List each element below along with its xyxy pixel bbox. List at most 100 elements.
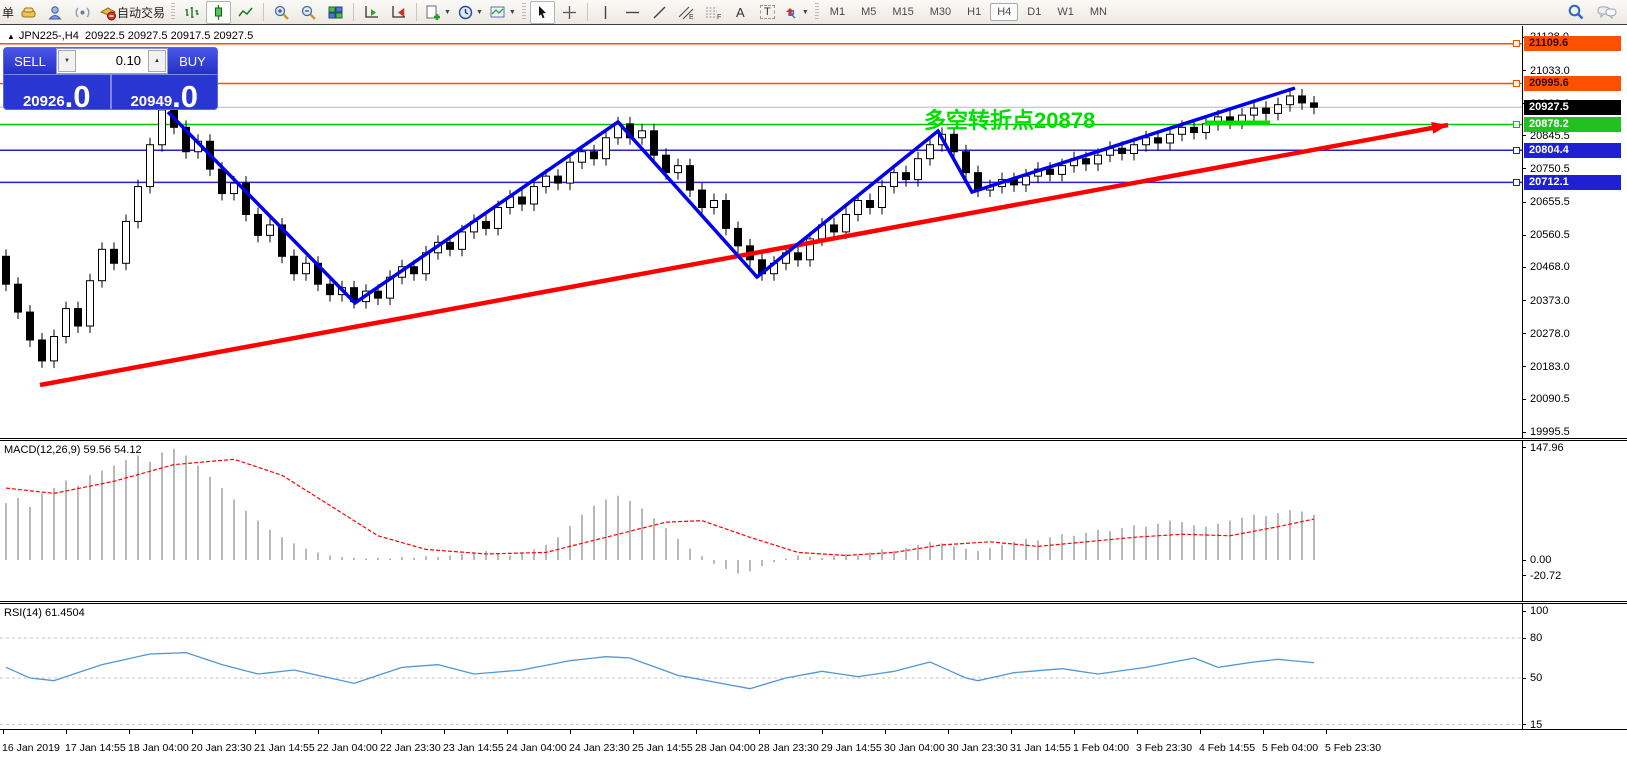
one-click-trading-panel: SELL ▼ 0.10 ▲ BUY 20926.0 20949.0 — [3, 47, 218, 110]
zoom-in-button[interactable] — [269, 1, 294, 24]
panel-separator[interactable] — [0, 438, 1627, 441]
price-badge: 20878.2 — [1524, 117, 1621, 132]
collapse-objects-icon[interactable]: ▲ — [7, 32, 15, 41]
volume-value[interactable]: 0.10 — [77, 49, 147, 73]
sell-price-main: 20926 — [23, 93, 65, 110]
arrows-button[interactable]: ▼ — [782, 1, 811, 24]
signal-icon — [74, 4, 91, 21]
zigzag-trend-object[interactable] — [168, 88, 1295, 303]
price-line-handle[interactable] — [1513, 179, 1520, 186]
time-axis-tick — [1326, 729, 1327, 734]
price-tick-label: 20090.5 — [1530, 392, 1570, 406]
timeframe-button-m5[interactable]: M5 — [854, 3, 883, 21]
line-chart-icon — [237, 4, 254, 21]
horizontal-line-button[interactable] — [620, 1, 645, 24]
sell-button[interactable]: SELL — [4, 48, 56, 74]
chart-shift-button[interactable] — [386, 1, 411, 24]
autotrading-button[interactable]: 自动交易 — [97, 1, 167, 24]
price-axis-tick — [1522, 333, 1526, 334]
trendline-object[interactable] — [40, 122, 1448, 385]
candlestick-chart-button[interactable] — [206, 1, 231, 24]
template-icon — [489, 4, 507, 21]
fibonacci-button[interactable]: F — [701, 1, 726, 24]
rsi-axis-tick — [1522, 724, 1526, 725]
time-axis-tick — [318, 729, 319, 734]
zoom-in-icon — [273, 4, 290, 21]
sell-price-decimal: .0 — [65, 84, 91, 110]
svg-text:E: E — [689, 14, 694, 21]
accounts-button[interactable] — [43, 1, 68, 24]
volume-control: ▼ 0.10 ▲ — [56, 48, 168, 74]
text-button[interactable]: A — [728, 1, 753, 24]
search-button[interactable] — [1563, 1, 1588, 24]
time-axis-label: 17 Jan 14:55 — [65, 742, 126, 754]
macd-histogram — [6, 449, 1314, 574]
price-line-handle[interactable] — [1513, 121, 1520, 128]
line-chart-button[interactable] — [233, 1, 258, 24]
time-axis-tick — [192, 729, 193, 734]
toolbar-separator — [587, 3, 588, 21]
new-chart-button[interactable]: ▼ — [422, 1, 453, 24]
volume-decrease-button[interactable]: ▼ — [58, 50, 76, 72]
cursor-icon — [534, 4, 551, 21]
period-clock-button[interactable]: ▼ — [455, 1, 485, 24]
signal-button[interactable] — [70, 1, 95, 24]
chart-annotation[interactable]: 多空转折点20878 — [924, 103, 1095, 135]
bar-chart-icon — [183, 4, 200, 21]
channel-button[interactable]: E — [674, 1, 699, 24]
bar-chart-button[interactable] — [179, 1, 204, 24]
price-axis-tick — [1522, 300, 1526, 301]
auto-scroll-icon — [363, 4, 380, 21]
tile-windows-button[interactable] — [323, 1, 348, 24]
timeframe-button-m30[interactable]: M30 — [923, 3, 958, 21]
macd-indicator-label: MACD(12,26,9) 59.56 54.12 — [4, 444, 142, 456]
price-badge: 20712.1 — [1524, 175, 1621, 190]
price-line-handle[interactable] — [1513, 40, 1520, 47]
crosshair-button[interactable] — [557, 1, 582, 24]
price-badge: 21109.6 — [1524, 36, 1621, 51]
timeframe-button-mn[interactable]: MN — [1083, 3, 1114, 21]
volume-increase-button[interactable]: ▲ — [148, 50, 166, 72]
cursor-button[interactable] — [530, 1, 555, 24]
new-order-icon — [20, 4, 37, 21]
accounts-icon — [47, 4, 64, 21]
price-line-handle[interactable] — [1513, 147, 1520, 154]
time-axis-tick — [948, 729, 949, 734]
panel-separator[interactable] — [0, 601, 1627, 604]
buy-button[interactable]: BUY — [168, 48, 217, 74]
zoom-out-button[interactable] — [296, 1, 321, 24]
timeframe-button-h1[interactable]: H1 — [960, 3, 988, 21]
time-axis-label: 31 Jan 14:55 — [1010, 742, 1071, 754]
time-axis-label: 24 Jan 23:30 — [569, 742, 630, 754]
auto-scroll-button[interactable] — [359, 1, 384, 24]
toolbar-right-group — [1563, 1, 1625, 24]
timeframe-button-h4[interactable]: H4 — [990, 3, 1018, 21]
buy-price[interactable]: 20949.0 — [112, 75, 218, 110]
time-axis-tick — [444, 729, 445, 734]
template-button[interactable]: ▼ — [487, 1, 518, 24]
price-line-handle[interactable] — [1513, 80, 1520, 87]
timeframe-button-m1[interactable]: M1 — [823, 3, 852, 21]
trade-panel-prices: 20926.0 20949.0 — [4, 74, 217, 110]
text-label-button[interactable]: T — [755, 1, 780, 24]
horizontal-price-lines[interactable] — [0, 44, 1522, 183]
new-order-button[interactable] — [16, 1, 41, 24]
buy-price-decimal: .0 — [172, 84, 198, 110]
timeframe-button-w1[interactable]: W1 — [1050, 3, 1081, 21]
chat-button[interactable] — [1594, 1, 1619, 24]
timeframe-button-d1[interactable]: D1 — [1020, 3, 1048, 21]
toolbar-separator — [263, 3, 264, 21]
chart-title: ▲JPN225-,H4 20922.5 20927.5 20917.5 2092… — [7, 30, 253, 42]
rsi-indicator-label: RSI(14) 61.4504 — [4, 607, 85, 619]
sell-price[interactable]: 20926.0 — [4, 75, 112, 110]
timeframe-button-m15[interactable]: M15 — [885, 3, 920, 21]
time-axis-label: 24 Jan 04:00 — [506, 742, 567, 754]
chart-shift-icon — [390, 4, 407, 21]
time-axis-tick — [885, 729, 886, 734]
toolbar-grip — [522, 3, 526, 21]
vertical-line-button[interactable] — [593, 1, 618, 24]
trendline-button[interactable] — [647, 1, 672, 24]
price-axis-tick — [1522, 235, 1526, 236]
time-axis-border — [0, 729, 1627, 730]
time-axis-tick — [381, 729, 382, 734]
